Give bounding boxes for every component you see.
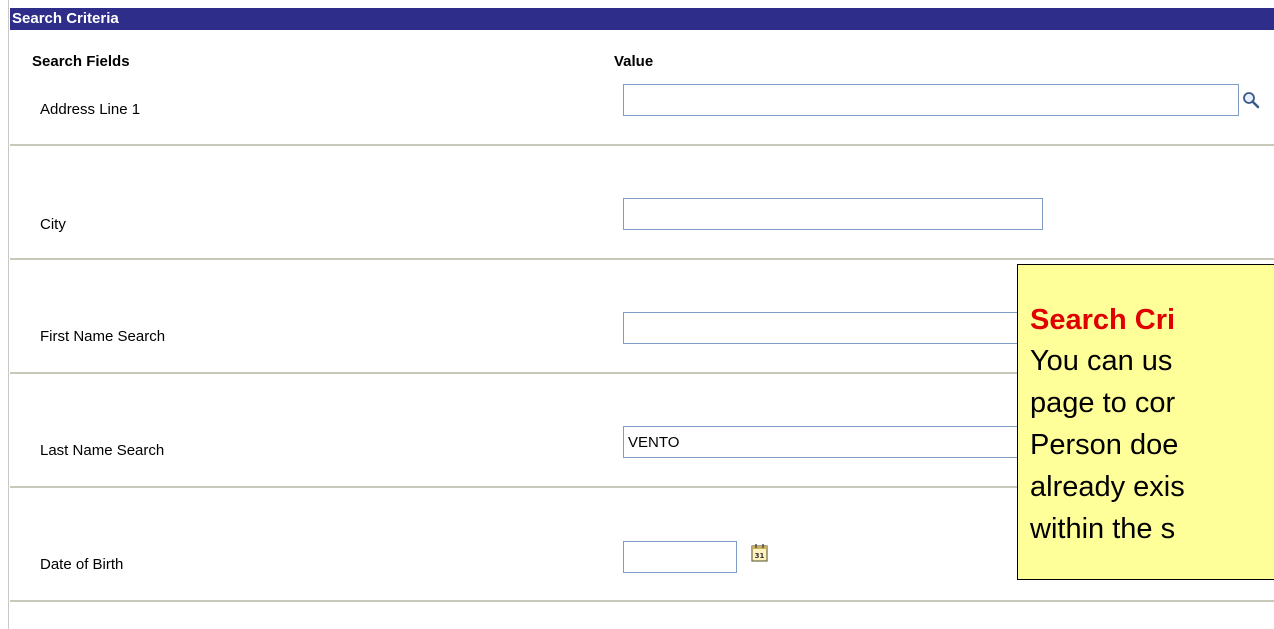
callout-line: Person doe: [1030, 429, 1179, 461]
address-line-1-label: Address Line 1: [40, 101, 141, 118]
first-name-search-input[interactable]: [623, 312, 1043, 344]
row-divider: [10, 600, 1274, 602]
svg-text:31: 31: [755, 552, 765, 560]
last-name-search-input[interactable]: [623, 426, 1043, 458]
callout-title: Search Cri: [1030, 304, 1176, 336]
search-criteria-callout: Search Cri You can us page to cor Person…: [1017, 264, 1274, 580]
value-column-header: Value: [614, 53, 654, 70]
search-criteria-header: Search Criteria: [10, 8, 1274, 30]
last-name-search-label: Last Name Search: [40, 442, 165, 459]
city-label: City: [40, 216, 66, 233]
calendar-icon[interactable]: 31: [751, 543, 769, 563]
date-of-birth-input[interactable]: [623, 541, 737, 573]
magnifier-icon[interactable]: [1241, 90, 1261, 110]
callout-line: within the s: [1030, 513, 1176, 545]
search-fields-column-header: Search Fields: [32, 53, 130, 70]
callout-line: already exis: [1030, 471, 1185, 503]
left-border: [8, 0, 9, 629]
callout-line: page to cor: [1030, 387, 1176, 419]
callout-line: You can us: [1030, 345, 1173, 377]
date-of-birth-label: Date of Birth: [40, 556, 124, 573]
row-divider: [10, 144, 1274, 146]
row-divider: [10, 258, 1274, 260]
first-name-search-label: First Name Search: [40, 328, 166, 345]
city-input[interactable]: [623, 198, 1043, 230]
address-line-1-input[interactable]: [623, 84, 1239, 116]
